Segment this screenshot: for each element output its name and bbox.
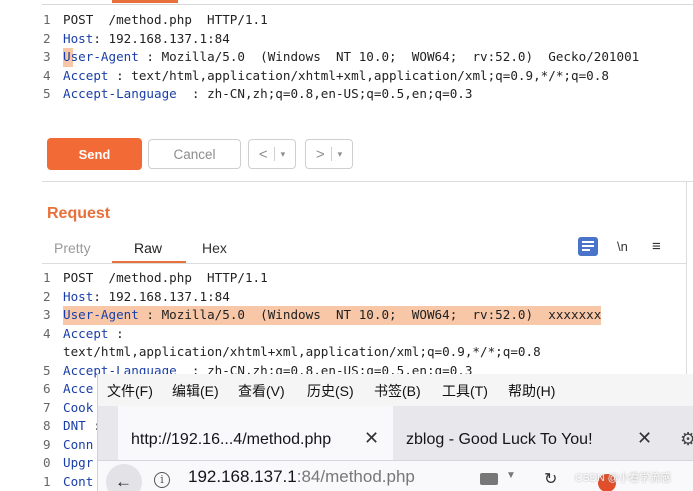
line-number: 6 bbox=[43, 381, 51, 396]
line-number: 4 bbox=[43, 325, 51, 341]
line-number: 4 bbox=[43, 67, 51, 83]
header-key: User-Agent bbox=[63, 307, 139, 322]
header-value: : Mozilla/5.0 (Windows NT 10.0; WOW64; r… bbox=[138, 307, 602, 322]
menu-view[interactable]: 查看(V) bbox=[238, 381, 285, 401]
menu-help[interactable]: 帮助(H) bbox=[508, 381, 555, 401]
url-host: 192.168.137.1 bbox=[188, 467, 297, 486]
menu-file[interactable]: 文件(F) bbox=[107, 381, 153, 401]
menu-tools[interactable]: 工具(T) bbox=[442, 381, 488, 401]
header-value: : Mozilla/5.0 (Windows NT 10.0; WOW64; r… bbox=[138, 49, 640, 64]
info-icon[interactable]: i bbox=[154, 472, 170, 488]
url-bar[interactable]: 192.168.137.1:84/method.php bbox=[188, 467, 415, 487]
top-divider bbox=[42, 4, 693, 5]
header-value: : 192.168.137.1:84 bbox=[93, 30, 230, 46]
line-number: 3 bbox=[43, 307, 51, 322]
header-key: Cont bbox=[63, 473, 94, 489]
header-value: : zh-CN,zh;q=0.8,en-US;q=0.5,en;q=0.3 bbox=[176, 86, 473, 101]
gear-icon[interactable]: ⚙ bbox=[680, 429, 693, 450]
chevron-down-icon[interactable]: ▾ bbox=[281, 149, 286, 160]
browser-menubar: 文件(F) 编辑(E) 查看(V) 历史(S) 书签(B) 工具(T) 帮助(H… bbox=[98, 374, 693, 406]
close-icon[interactable]: ✕ bbox=[637, 428, 652, 449]
separator bbox=[273, 147, 275, 161]
top-request-editor[interactable]: 1 POST /method.php HTTP/1.1 2 Host: 192.16… bbox=[42, 0, 693, 108]
tab-raw[interactable]: Raw bbox=[134, 240, 162, 256]
arrow-left-icon: ← bbox=[115, 472, 132, 491]
panel-divider bbox=[42, 181, 693, 182]
history-back-button[interactable]: < ▾ bbox=[248, 139, 296, 169]
line-number: 1 bbox=[43, 473, 51, 489]
chevron-down-icon[interactable]: ▼ bbox=[506, 470, 516, 481]
back-button[interactable]: ← bbox=[106, 464, 142, 491]
header-key: Cook bbox=[63, 399, 94, 415]
header-key: Conn bbox=[63, 436, 94, 452]
close-icon[interactable]: ✕ bbox=[364, 428, 379, 449]
header-value: : text/html,application/xhtml+xml,applic… bbox=[108, 67, 609, 83]
top-tab-accent bbox=[112, 0, 178, 3]
header-key: Host bbox=[63, 288, 94, 304]
request-panel-title: Request bbox=[47, 205, 111, 222]
line-number: 1 bbox=[43, 12, 51, 27]
header-value: POST /method.php HTTP/1.1 bbox=[63, 270, 268, 285]
header-value: POST /method.php HTTP/1.1 bbox=[63, 12, 268, 27]
menu-edit[interactable]: 编辑(E) bbox=[172, 381, 219, 401]
header-key: Host bbox=[63, 30, 94, 46]
line-number: 2 bbox=[43, 30, 51, 46]
line-number: 9 bbox=[43, 436, 51, 452]
line-number: 2 bbox=[43, 288, 51, 304]
line-number: 7 bbox=[43, 399, 51, 415]
header-key: Accept bbox=[63, 67, 109, 83]
chevron-down-icon[interactable]: ▾ bbox=[338, 149, 343, 160]
reader-view-icon[interactable] bbox=[480, 473, 498, 485]
line-number: 8 bbox=[43, 418, 51, 433]
browser-tab-active[interactable]: http://192.16...4/method.php ✕ bbox=[118, 406, 393, 460]
tab-hex[interactable]: Hex bbox=[202, 240, 227, 256]
watermark: CSDN @小看学流感 bbox=[575, 472, 671, 484]
header-key: Accept-Language bbox=[63, 86, 177, 101]
header-value: text/html,application/xhtml+xml,applicat… bbox=[63, 344, 541, 359]
header-value: : 192.168.137.1:84 bbox=[93, 288, 230, 304]
newline-toggle-button[interactable]: \n bbox=[617, 239, 628, 254]
header-key: User-Agent bbox=[63, 49, 139, 64]
tab-title: http://192.16...4/method.php bbox=[131, 431, 332, 448]
chevron-left-icon: < bbox=[258, 145, 268, 163]
line-number: 1 bbox=[43, 270, 51, 285]
browser-tab[interactable]: zblog - Good Luck To You! ✕ bbox=[393, 406, 668, 460]
wrap-lines-icon[interactable] bbox=[578, 237, 598, 256]
chevron-right-icon: > bbox=[315, 145, 325, 163]
header-value: : bbox=[108, 325, 124, 341]
history-forward-button[interactable]: > ▾ bbox=[305, 139, 353, 169]
cancel-button[interactable]: Cancel bbox=[148, 139, 241, 169]
header-key: DNT bbox=[63, 418, 86, 433]
line-number: 3 bbox=[43, 49, 51, 64]
browser-tab-strip: http://192.16...4/method.php ✕ zblog - G… bbox=[98, 406, 693, 460]
tab-title: zblog - Good Luck To You! bbox=[406, 431, 593, 448]
line-number: 0 bbox=[43, 455, 51, 470]
menu-bookmarks[interactable]: 书签(B) bbox=[374, 381, 421, 401]
header-key: Upgr bbox=[63, 455, 94, 470]
menu-history[interactable]: 历史(S) bbox=[307, 381, 354, 401]
line-number: 5 bbox=[43, 86, 51, 101]
reload-icon[interactable]: ↻ bbox=[544, 469, 557, 489]
url-path: :84/method.php bbox=[296, 467, 415, 486]
hamburger-menu-icon[interactable]: ≡ bbox=[652, 238, 661, 255]
line-number: 5 bbox=[43, 362, 51, 378]
tab-pretty[interactable]: Pretty bbox=[54, 240, 91, 256]
send-button[interactable]: Send bbox=[47, 138, 142, 170]
header-key: Acce bbox=[63, 381, 94, 396]
separator bbox=[330, 147, 332, 161]
header-key: Accept bbox=[63, 325, 109, 341]
tabs-divider bbox=[42, 263, 687, 264]
